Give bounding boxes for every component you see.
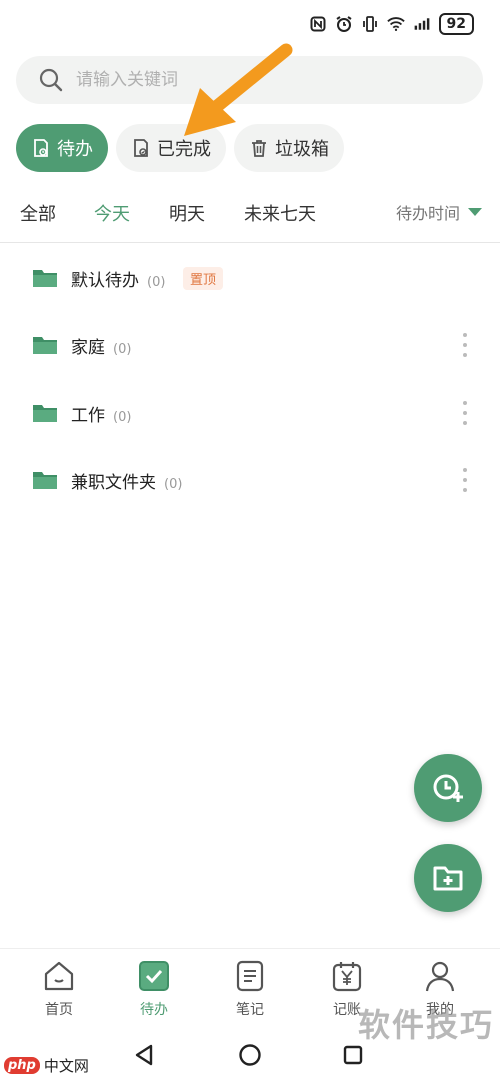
calendar-yen-icon xyxy=(330,959,364,993)
tab-all[interactable]: 全部 xyxy=(20,200,56,226)
nav-label: 记账 xyxy=(333,1002,361,1018)
battery-indicator: 92 xyxy=(438,13,474,35)
nav-label: 笔记 xyxy=(236,1002,264,1018)
nav-label: 待办 xyxy=(140,1002,168,1018)
sort-label: 待办时间 xyxy=(395,204,460,223)
folder-name: 工作 xyxy=(71,405,105,426)
folder-count: (0) xyxy=(164,476,183,492)
alarm-icon xyxy=(335,15,353,33)
pinned-badge: 置顶 xyxy=(183,266,224,290)
nav-home[interactable]: 首页 xyxy=(29,959,89,1019)
folder-icon xyxy=(33,405,57,422)
search-input[interactable] xyxy=(74,69,438,91)
person-icon xyxy=(423,959,457,993)
done-doc-icon xyxy=(131,138,151,158)
folder-plus-icon xyxy=(433,866,463,891)
nfc-icon xyxy=(309,15,327,33)
add-timed-todo-button[interactable] xyxy=(414,754,482,822)
vibrate-icon xyxy=(361,15,379,33)
folder-count: (0) xyxy=(113,341,132,357)
folder-count: (0) xyxy=(147,274,166,290)
todo-doc-icon xyxy=(31,138,51,158)
back-icon[interactable] xyxy=(131,1042,157,1068)
folder-row[interactable]: 工作 (0) xyxy=(0,385,500,441)
clock-plus-icon xyxy=(433,774,463,802)
divider xyxy=(0,242,500,243)
folder-row[interactable]: 家庭 (0) xyxy=(0,317,500,373)
more-options-icon[interactable] xyxy=(462,401,468,425)
status-bar: 92 xyxy=(309,12,474,36)
folder-row[interactable]: 默认待办 (0) 置顶 xyxy=(0,250,500,306)
tab-next-seven-days[interactable]: 未来七天 xyxy=(244,200,316,226)
folder-row[interactable]: 兼职文件夹 (0) xyxy=(0,452,500,508)
sort-dropdown[interactable]: 待办时间 xyxy=(396,200,482,224)
tab-today[interactable]: 今天 xyxy=(94,200,130,226)
signal-icon xyxy=(413,15,431,33)
add-folder-button[interactable] xyxy=(414,844,482,912)
watermark-logo: php 中文网 xyxy=(4,1055,89,1076)
home-icon xyxy=(42,959,76,993)
folder-count: (0) xyxy=(113,409,132,425)
more-options-icon[interactable] xyxy=(462,333,468,357)
folder-name-wrap: 工作 (0) xyxy=(71,401,131,426)
todo-check-icon xyxy=(137,959,171,993)
folder-icon xyxy=(33,337,57,354)
dropdown-triangle-icon xyxy=(468,208,482,216)
folder-name-wrap: 家庭 (0) xyxy=(71,333,131,358)
date-tabs: 全部 今天 明天 未来七天 待办时间 xyxy=(0,196,500,230)
nav-notes[interactable]: 笔记 xyxy=(220,959,280,1019)
search-bar[interactable] xyxy=(16,56,483,104)
watermark-site: 中文网 xyxy=(43,1057,89,1075)
nav-label: 首页 xyxy=(45,1002,73,1018)
search-icon xyxy=(39,68,63,92)
watermark-brand: php xyxy=(4,1057,40,1074)
folder-icon xyxy=(33,472,57,489)
more-options-icon[interactable] xyxy=(462,468,468,492)
notes-icon xyxy=(233,959,267,993)
filter-chip-label: 已完成 xyxy=(157,139,211,160)
folder-name-wrap: 兼职文件夹 (0) xyxy=(71,468,182,493)
folder-name: 家庭 xyxy=(71,337,105,358)
filter-chip-label: 待办 xyxy=(57,139,93,160)
filter-chip-done[interactable]: 已完成 xyxy=(116,124,226,172)
folder-name-wrap: 默认待办 (0) xyxy=(71,266,165,291)
tab-tomorrow[interactable]: 明天 xyxy=(169,200,205,226)
filter-chip-label: 垃圾箱 xyxy=(275,139,329,160)
folder-name: 默认待办 xyxy=(71,270,139,291)
app-screen: 92 待办 已完成 垃圾箱 全部 今天 明天 未来七天 待办时间 xyxy=(0,0,500,1084)
folder-icon xyxy=(33,270,57,287)
filter-chip-trash[interactable]: 垃圾箱 xyxy=(234,124,344,172)
trash-icon xyxy=(249,138,269,158)
folder-name: 兼职文件夹 xyxy=(71,472,156,493)
nav-todo[interactable]: 待办 xyxy=(124,959,184,1019)
watermark-text: 软件技巧 xyxy=(357,1006,494,1044)
wifi-icon xyxy=(386,15,405,33)
filter-chip-todo[interactable]: 待办 xyxy=(16,124,108,172)
home-circle-icon[interactable] xyxy=(237,1042,263,1068)
